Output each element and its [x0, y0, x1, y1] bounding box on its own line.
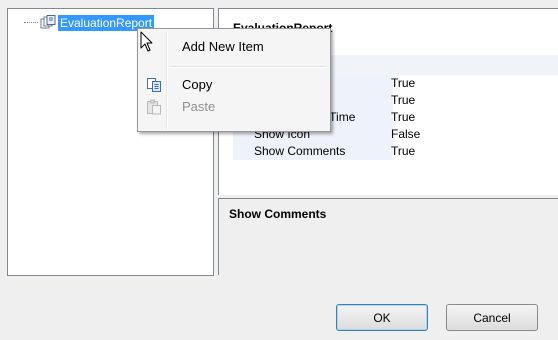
menu-separator [169, 66, 327, 68]
menu-item-paste[interactable]: Paste [140, 96, 328, 118]
context-menu: Add New Item Copy Paste [137, 28, 331, 132]
property-value[interactable]: False [391, 127, 420, 141]
property-value[interactable]: True [391, 76, 415, 90]
tree-connector-line [24, 22, 38, 23]
property-value[interactable]: True [391, 144, 415, 158]
property-name-cell: Show Comments [233, 143, 393, 160]
property-value[interactable]: True [391, 93, 415, 107]
paste-icon [146, 99, 162, 115]
copy-icon [146, 77, 162, 93]
cancel-button[interactable]: Cancel [446, 304, 538, 331]
mouse-cursor-icon [140, 31, 154, 53]
ok-button[interactable]: OK [336, 304, 428, 331]
menu-item-label: Add New Item [182, 39, 264, 54]
property-row[interactable]: Show Comments True [233, 143, 558, 160]
property-value[interactable]: True [391, 110, 415, 124]
property-name: Show Comments [254, 144, 346, 158]
menu-item-copy[interactable]: Copy [140, 74, 328, 96]
property-description-panel: Show Comments [218, 198, 558, 275]
menu-item-label: Paste [182, 99, 216, 114]
description-title: Show Comments [229, 207, 327, 221]
menu-item-label: Copy [182, 77, 213, 92]
document-stack-icon [40, 15, 56, 29]
menu-item-add-new-item[interactable]: Add New Item [140, 36, 328, 58]
